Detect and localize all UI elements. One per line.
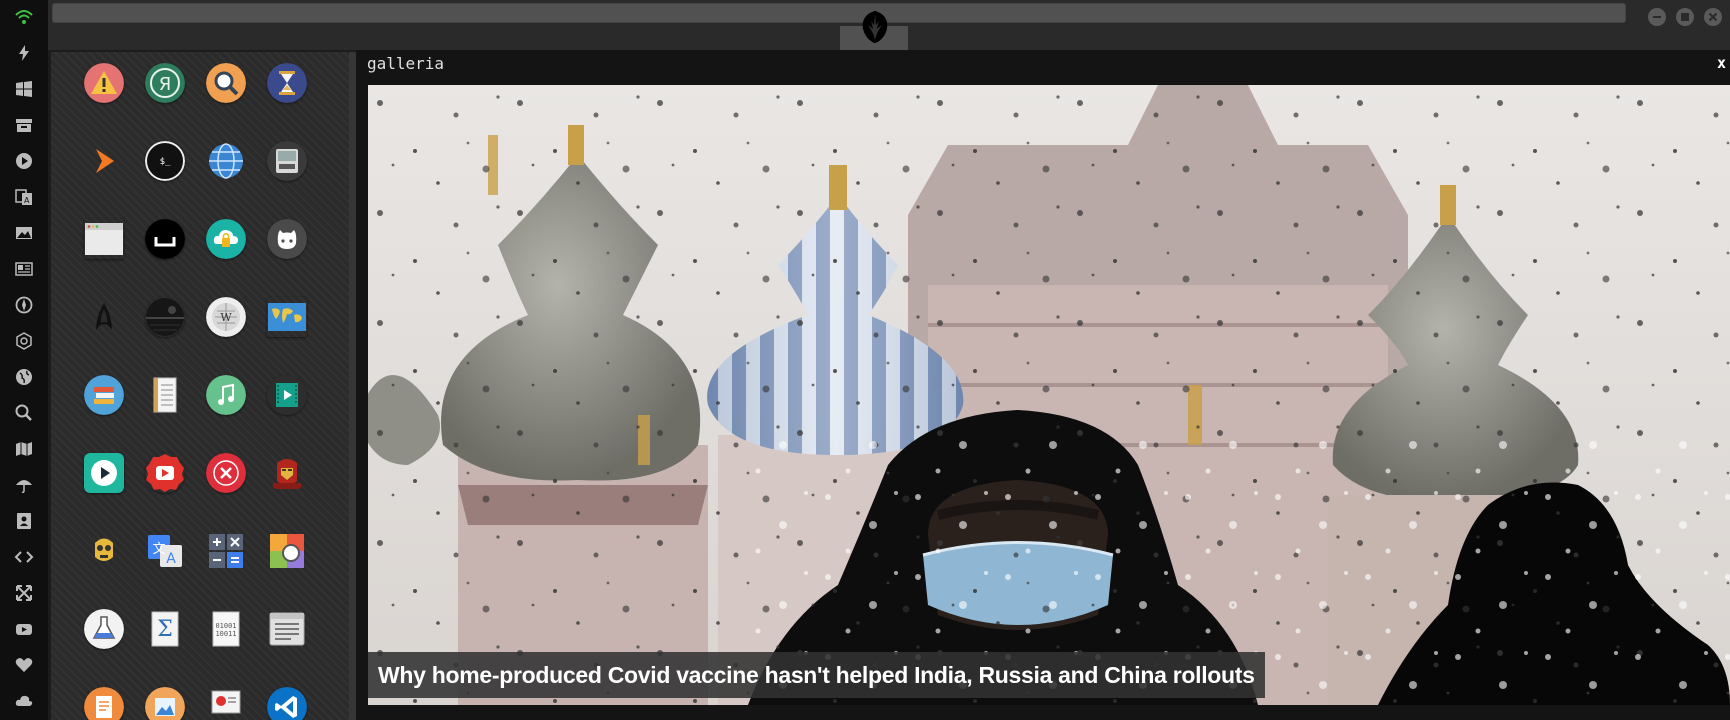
globe-app-icon[interactable] bbox=[206, 141, 246, 181]
youtube-icon[interactable] bbox=[10, 616, 38, 642]
globe-icon[interactable] bbox=[10, 364, 38, 390]
window-app-icon[interactable] bbox=[84, 219, 124, 259]
newspaper-icon[interactable] bbox=[10, 256, 38, 282]
maximize-button[interactable] bbox=[1676, 8, 1694, 26]
news-photo[interactable] bbox=[368, 85, 1730, 705]
app-drawer: Я $_ W 文 A Σ 01001 10011 bbox=[51, 52, 349, 720]
world-map-app-icon[interactable] bbox=[267, 297, 307, 337]
gallery-close-button[interactable]: x bbox=[1717, 54, 1726, 72]
code-icon[interactable] bbox=[10, 544, 38, 570]
gallery-window: galleria x Why home-produced Covid vacci… bbox=[356, 50, 1730, 720]
heart-icon[interactable] bbox=[10, 652, 38, 678]
contacts-icon[interactable] bbox=[10, 508, 38, 534]
launcher-dock: A bbox=[0, 0, 48, 720]
star-trek-app-icon[interactable] bbox=[84, 297, 124, 337]
svg-text:Я: Я bbox=[159, 74, 172, 95]
youtube-app-icon[interactable] bbox=[145, 453, 185, 493]
expand-icon[interactable] bbox=[10, 580, 38, 606]
close-app-icon[interactable] bbox=[206, 453, 246, 493]
svg-text:10011: 10011 bbox=[215, 630, 236, 638]
yandex-app-icon[interactable]: Я bbox=[145, 63, 185, 103]
warning-app-icon[interactable] bbox=[84, 63, 124, 103]
lightning-icon[interactable] bbox=[10, 40, 38, 66]
image-icon[interactable] bbox=[10, 220, 38, 246]
svg-text:A: A bbox=[166, 551, 176, 567]
color-picker-app-icon[interactable] bbox=[267, 531, 307, 571]
text-editor-app-icon[interactable] bbox=[267, 609, 307, 649]
terminal-app-icon[interactable]: $_ bbox=[145, 141, 185, 181]
github-app-icon[interactable] bbox=[267, 219, 307, 259]
minimize-button[interactable] bbox=[1648, 8, 1666, 26]
close-icon bbox=[1708, 12, 1718, 22]
search-icon[interactable] bbox=[10, 400, 38, 426]
eject-app-icon[interactable] bbox=[145, 219, 185, 259]
search-app-icon[interactable] bbox=[206, 63, 246, 103]
gallery-title: galleria bbox=[367, 54, 445, 73]
moscow-snow-photo bbox=[368, 85, 1730, 705]
map-icon[interactable] bbox=[10, 436, 38, 462]
svg-text:$_: $_ bbox=[160, 157, 171, 167]
rebel-icon[interactable] bbox=[10, 292, 38, 318]
rebel-alliance-logo[interactable] bbox=[856, 8, 894, 46]
maximize-icon bbox=[1681, 13, 1689, 21]
svg-text:A: A bbox=[24, 196, 30, 205]
wifi-icon[interactable] bbox=[10, 4, 38, 30]
wikipedia-app-icon[interactable]: W bbox=[206, 297, 246, 337]
vscode-app-icon[interactable] bbox=[267, 687, 307, 720]
presentation-app-icon[interactable] bbox=[206, 687, 246, 720]
cloud-lock-app-icon[interactable] bbox=[206, 219, 246, 259]
close-window-button[interactable] bbox=[1704, 8, 1722, 26]
translate-app-icon[interactable]: 文A bbox=[145, 531, 185, 571]
sigma-app-icon[interactable]: Σ bbox=[145, 609, 185, 649]
document-app-icon[interactable] bbox=[84, 687, 124, 720]
minimize-icon bbox=[1653, 16, 1661, 18]
svg-text:01001: 01001 bbox=[215, 622, 236, 630]
archive-icon[interactable] bbox=[10, 112, 38, 138]
death-star-app-icon[interactable] bbox=[145, 297, 185, 337]
cloud-icon[interactable] bbox=[10, 688, 38, 714]
binary-app-icon[interactable]: 01001 10011 bbox=[206, 609, 246, 649]
hourglass-app-icon[interactable] bbox=[267, 63, 307, 103]
hexagon-icon[interactable] bbox=[10, 328, 38, 354]
top-search-bar[interactable] bbox=[52, 3, 1626, 23]
music-app-icon[interactable] bbox=[206, 375, 246, 415]
umbrella-icon[interactable] bbox=[10, 472, 38, 498]
play-app-icon[interactable] bbox=[84, 453, 124, 493]
iron-man-app-icon[interactable] bbox=[267, 453, 307, 493]
books-app-icon[interactable] bbox=[84, 375, 124, 415]
svg-text:文: 文 bbox=[152, 542, 165, 557]
windows-icon[interactable] bbox=[10, 76, 38, 102]
svg-text:W: W bbox=[220, 311, 232, 324]
photo-app-icon[interactable] bbox=[145, 687, 185, 720]
translate-icon[interactable]: A bbox=[10, 184, 38, 210]
sublime-app-icon[interactable] bbox=[84, 141, 124, 181]
disk-app-icon[interactable] bbox=[267, 141, 307, 181]
news-headline-caption[interactable]: Why home-produced Covid vaccine hasn't h… bbox=[368, 652, 1265, 698]
drawer-divider bbox=[349, 52, 356, 720]
notebook-app-icon[interactable] bbox=[145, 375, 185, 415]
play-icon[interactable] bbox=[10, 148, 38, 174]
calculator-app-icon[interactable] bbox=[206, 531, 246, 571]
svg-text:Σ: Σ bbox=[157, 617, 173, 642]
flask-app-icon[interactable] bbox=[84, 609, 124, 649]
c3po-app-icon[interactable] bbox=[84, 531, 124, 571]
video-app-icon[interactable] bbox=[267, 375, 307, 415]
